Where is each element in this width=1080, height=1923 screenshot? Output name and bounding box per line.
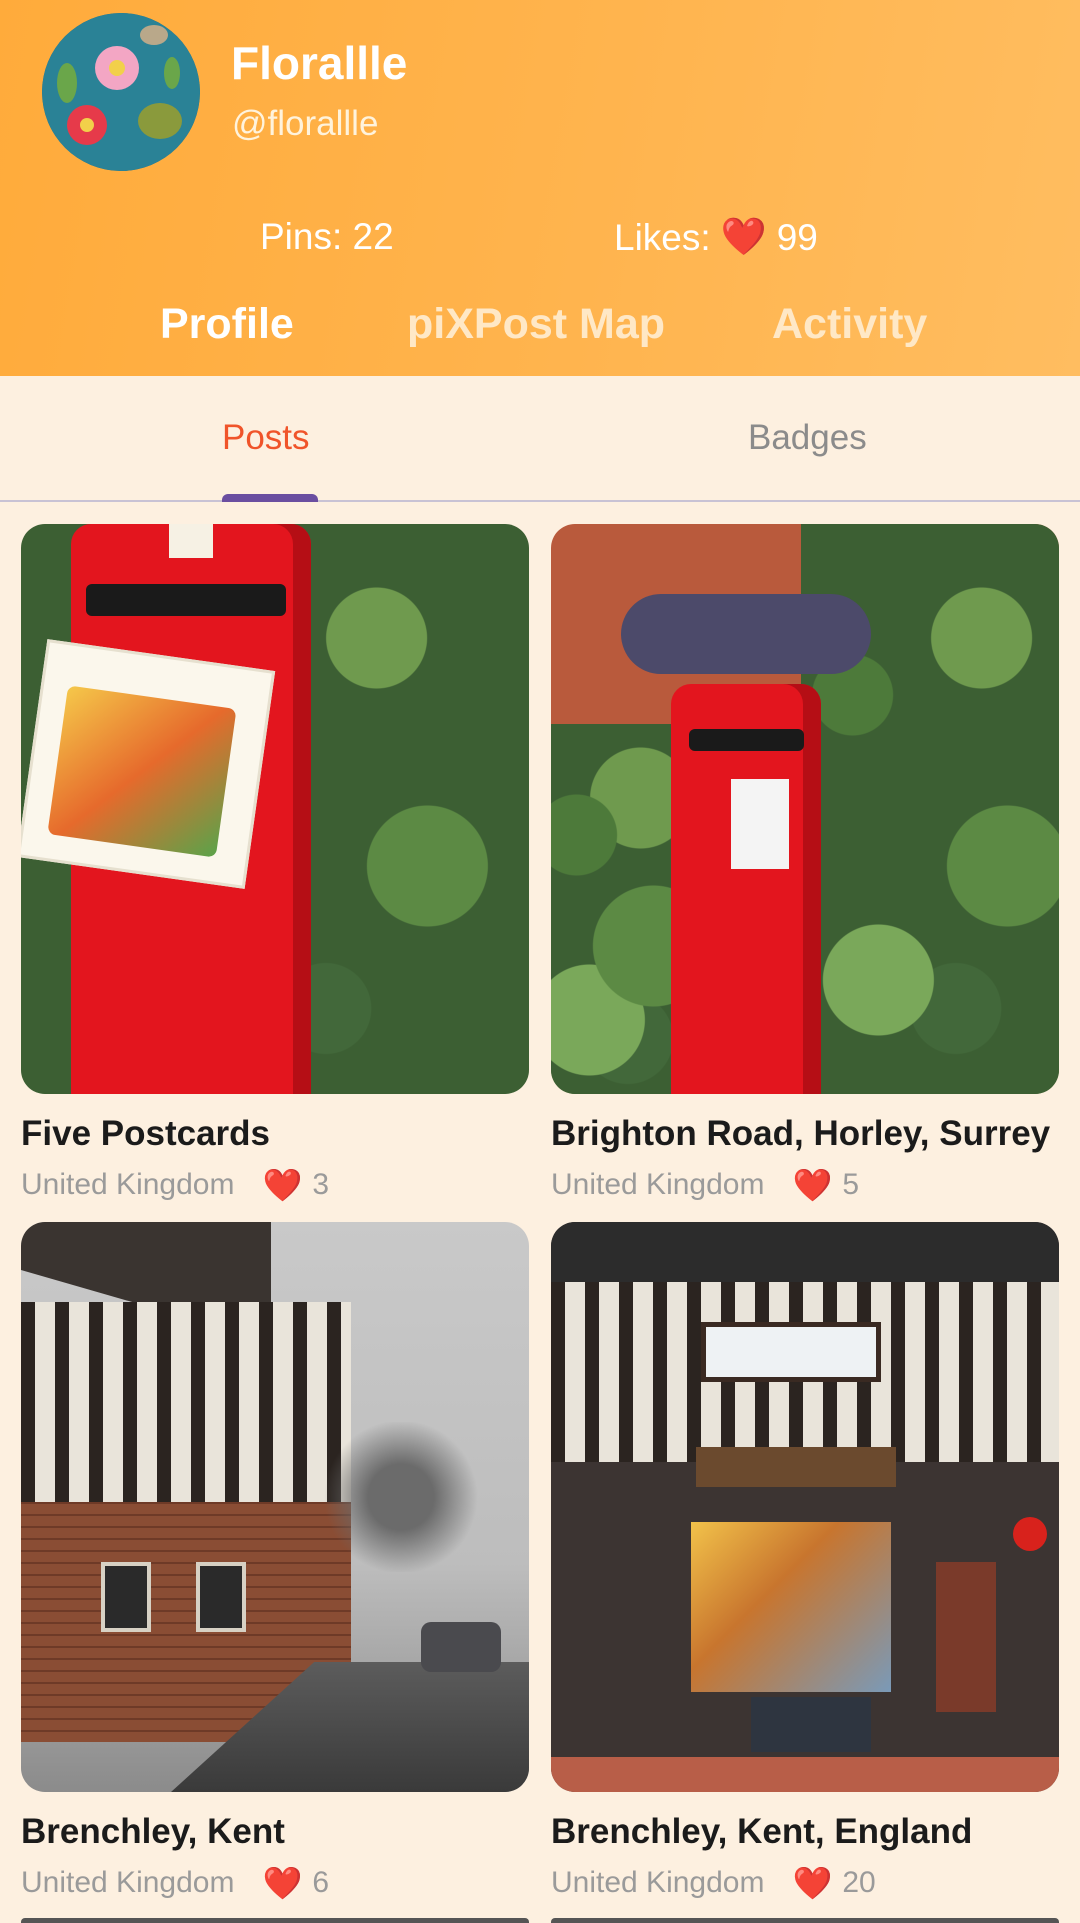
heart-icon[interactable]: ❤️ xyxy=(262,1166,302,1204)
post-card[interactable]: Brenchley, Kent, England United Kingdom … xyxy=(551,1222,1059,1901)
knitted-topper xyxy=(621,594,871,674)
roof-tiles xyxy=(551,1222,1059,1282)
post-office-shopfront-icon[interactable] xyxy=(551,1222,1059,1792)
pavement xyxy=(551,1757,1059,1792)
post-meta: United Kingdom ❤️ 20 xyxy=(551,1864,876,1902)
post-likes: 3 xyxy=(312,1168,329,1201)
profile-nav: Profile piXPost Map Activity xyxy=(0,300,1080,356)
nav-activity[interactable]: Activity xyxy=(772,300,927,349)
post-card[interactable]: Five Postcards United Kingdom ❤️ 3 xyxy=(21,524,529,1203)
window xyxy=(196,1562,246,1632)
postcard-stack xyxy=(21,639,276,889)
active-tab-indicator xyxy=(222,494,318,502)
nav-pixpost-map[interactable]: piXPost Map xyxy=(407,300,665,349)
display-name: Florallle xyxy=(231,37,408,89)
pins-count: Pins: 22 xyxy=(260,216,394,257)
tudor-street-icon[interactable] xyxy=(21,1222,529,1792)
post-country: United Kingdom xyxy=(551,1866,765,1899)
avatar[interactable] xyxy=(42,13,200,171)
pillar-box-slot xyxy=(86,584,286,616)
post-meta: United Kingdom ❤️ 5 xyxy=(551,1166,859,1204)
post-likes: 6 xyxy=(312,1866,329,1899)
post-likes: 20 xyxy=(842,1866,876,1899)
post-office-logo xyxy=(1013,1517,1047,1551)
tab-posts[interactable]: Posts xyxy=(222,418,310,458)
likes-count: Likes: ❤️ 99 xyxy=(614,216,818,259)
postcard-art xyxy=(47,685,237,858)
next-post-card-peek[interactable] xyxy=(551,1918,1059,1923)
post-country: United Kingdom xyxy=(21,1866,235,1899)
post-country: United Kingdom xyxy=(551,1168,765,1201)
heart-icon[interactable]: ❤️ xyxy=(792,1864,832,1902)
post-card[interactable]: Brighton Road, Horley, Surrey United Kin… xyxy=(551,524,1059,1203)
post-meta: United Kingdom ❤️ 3 xyxy=(21,1166,329,1204)
likes-value: 99 xyxy=(776,216,818,258)
post-title: Brenchley, Kent xyxy=(21,1812,285,1851)
timber-frame xyxy=(21,1302,351,1502)
heart-icon: ❤️ xyxy=(720,216,767,257)
nav-profile[interactable]: Profile xyxy=(160,300,294,349)
post-card[interactable]: Brenchley, Kent United Kingdom ❤️ 6 xyxy=(21,1222,529,1901)
post-title: Five Postcards xyxy=(21,1114,270,1153)
likes-label: Likes: xyxy=(614,216,711,258)
user-handle: @florallle xyxy=(232,104,379,143)
next-post-card-peek[interactable] xyxy=(21,1918,529,1923)
pillar-box-slot xyxy=(689,729,804,751)
knitted-flowers-avatar-icon xyxy=(42,13,200,171)
parked-car xyxy=(421,1622,501,1672)
post-likes: 5 xyxy=(842,1168,859,1201)
post-meta: United Kingdom ❤️ 6 xyxy=(21,1864,329,1902)
bare-tree xyxy=(321,1422,481,1572)
window xyxy=(101,1562,151,1632)
post-country: United Kingdom xyxy=(21,1168,235,1201)
shop-door xyxy=(936,1562,996,1712)
red-pillar-box-with-postcards-icon[interactable] xyxy=(21,524,529,1094)
tab-badges[interactable]: Badges xyxy=(748,418,867,458)
ivy-left xyxy=(551,724,679,1094)
content-tabs: Posts Badges xyxy=(0,376,1080,502)
bench xyxy=(751,1697,871,1752)
heart-icon[interactable]: ❤️ xyxy=(792,1166,832,1204)
collection-times-plate xyxy=(731,779,789,869)
post-title: Brighton Road, Horley, Surrey xyxy=(551,1114,1051,1153)
shop-window xyxy=(691,1522,891,1692)
profile-header: Florallle @florallle Pins: 22 Likes: ❤️ … xyxy=(0,0,1080,376)
red-pillar-box-with-knitted-topper-icon[interactable] xyxy=(551,524,1059,1094)
upper-window xyxy=(701,1322,881,1382)
post-title: Brenchley, Kent, England xyxy=(551,1812,973,1851)
collection-plate xyxy=(169,524,213,558)
post-office-sign xyxy=(696,1447,896,1487)
heart-icon[interactable]: ❤️ xyxy=(262,1864,302,1902)
